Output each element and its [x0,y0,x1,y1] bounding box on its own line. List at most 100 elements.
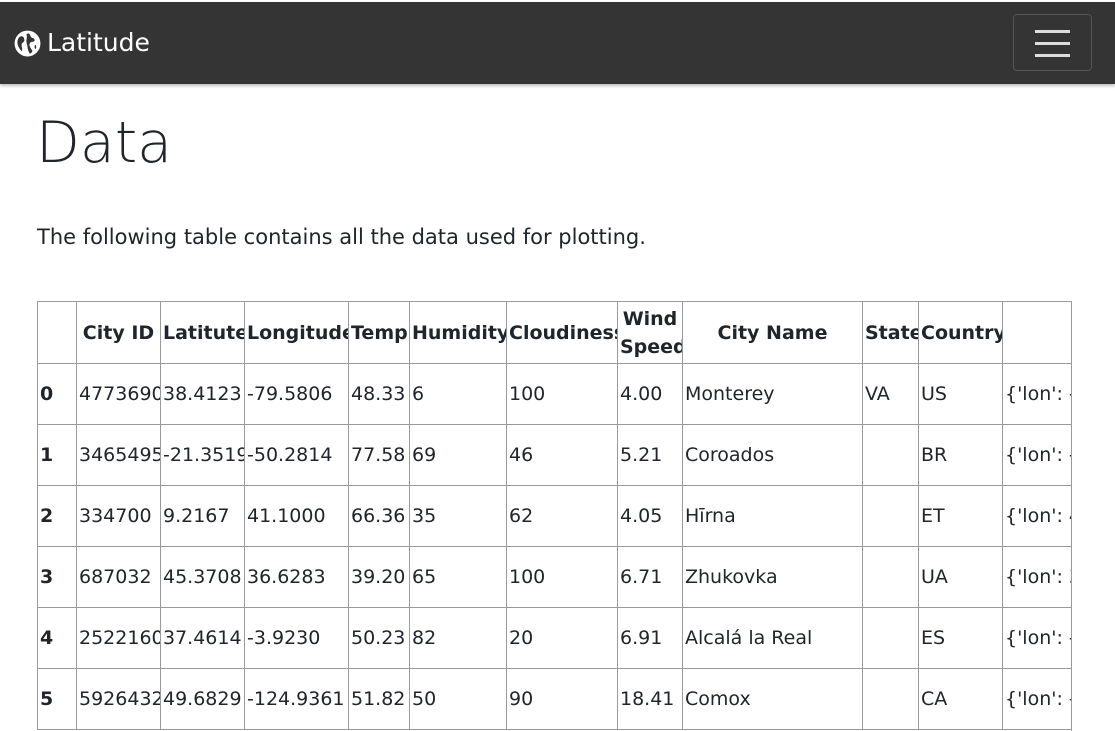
page-title: Data [36,110,173,176]
row-index: 3 [37,546,77,608]
humidity-cell: 6 [409,363,507,425]
coord-cell: {'lon': -3 37.4614 [1002,607,1071,669]
city-id-cell: 3465495 [76,424,161,486]
row-index: 2 [37,485,77,547]
latitude-cell: -21.3519 [160,424,245,486]
wind-speed-cell: 4.00 [617,363,683,425]
hamburger-menu-icon [1035,30,1070,57]
city-id-cell: 5926432 [76,668,161,730]
column-header: Longitude [244,301,349,364]
country-cell: UA [918,546,1003,608]
column-header: Co [1002,301,1071,364]
intro-text: The following table contains all the dat… [37,225,646,249]
country-cell: CA [918,668,1003,730]
table-row: 0 4773690 38.4123 -79.5806 48.33 6 100 4… [37,363,1071,425]
data-table-container[interactable]: City ID Latitute Longitude Temp Humidity… [37,301,1072,731]
cloudiness-cell: 90 [506,668,618,730]
longitude-cell: -124.9361 [244,668,349,730]
state-cell [862,668,919,730]
globe-icon [14,30,41,56]
navbar-toggler-button[interactable] [1013,14,1092,71]
humidity-cell: 35 [409,485,507,547]
cloudiness-cell: 100 [506,363,618,425]
city-name-cell: Zhukovka [682,546,863,608]
column-header: Wind Speed [617,301,683,364]
cloudiness-cell: 46 [506,424,618,486]
column-header: State [862,301,919,364]
table-row: 3 687032 45.3708 36.6283 39.20 65 100 6.… [37,546,1071,608]
column-header: Country [918,301,1003,364]
humidity-cell: 65 [409,546,507,608]
column-header: Temp [348,301,410,364]
latitude-cell: 49.6829 [160,668,245,730]
temp-cell: 51.82 [348,668,410,730]
longitude-cell: 36.6283 [244,546,349,608]
coord-cell: {'lon': 4 9.2167 [1002,485,1071,547]
city-name-cell: Monterey [682,363,863,425]
city-name-cell: Alcalá la Real [682,607,863,669]
table-row: 4 2522160 37.4614 -3.9230 50.23 82 20 6.… [37,607,1071,669]
column-header: City Name [682,301,863,364]
column-header [37,301,77,364]
cloudiness-cell: 20 [506,607,618,669]
state-cell [862,485,919,547]
coord-cell: {'lon': -7 38.4123 [1002,363,1071,425]
temp-cell: 50.23 [348,607,410,669]
column-header: Humidity [409,301,507,364]
temp-cell: 39.20 [348,546,410,608]
cloudiness-cell: 100 [506,546,618,608]
country-cell: US [918,363,1003,425]
city-id-cell: 334700 [76,485,161,547]
longitude-cell: 41.1000 [244,485,349,547]
country-cell: BR [918,424,1003,486]
city-name-cell: Hīrna [682,485,863,547]
state-cell [862,424,919,486]
city-name-cell: Coroados [682,424,863,486]
state-cell [862,607,919,669]
coord-cell: {'lon': -5 -21.351 [1002,424,1071,486]
brand-link[interactable]: Latitude [14,28,150,58]
longitude-cell: -3.9230 [244,607,349,669]
humidity-cell: 69 [409,424,507,486]
city-id-cell: 4773690 [76,363,161,425]
row-index: 5 [37,668,77,730]
data-table: City ID Latitute Longitude Temp Humidity… [37,301,1071,730]
column-header: City ID [76,301,161,364]
humidity-cell: 50 [409,668,507,730]
latitude-cell: 9.2167 [160,485,245,547]
city-id-cell: 687032 [76,546,161,608]
navbar: Latitude [0,2,1115,84]
country-cell: ES [918,607,1003,669]
wind-speed-cell: 6.91 [617,607,683,669]
table-row: 2 334700 9.2167 41.1000 66.36 35 62 4.05… [37,485,1071,547]
longitude-cell: -50.2814 [244,424,349,486]
humidity-cell: 82 [409,607,507,669]
city-id-cell: 2522160 [76,607,161,669]
table-header-row: City ID Latitute Longitude Temp Humidity… [37,301,1071,364]
row-index: 0 [37,363,77,425]
city-name-cell: Comox [682,668,863,730]
wind-speed-cell: 6.71 [617,546,683,608]
state-cell [862,546,919,608]
table-row: 1 3465495 -21.3519 -50.2814 77.58 69 46 … [37,424,1071,486]
brand-text: Latitude [47,28,150,57]
state-cell: VA [862,363,919,425]
coord-cell: {'lon': 3 45.3708 [1002,546,1071,608]
country-cell: ET [918,485,1003,547]
row-index: 1 [37,424,77,486]
temp-cell: 77.58 [348,424,410,486]
row-index: 4 [37,607,77,669]
longitude-cell: -79.5806 [244,363,349,425]
temp-cell: 48.33 [348,363,410,425]
cloudiness-cell: 62 [506,485,618,547]
coord-cell: {'lon': -1 49.6829 [1002,668,1071,730]
temp-cell: 66.36 [348,485,410,547]
wind-speed-cell: 5.21 [617,424,683,486]
column-header: Cloudiness [506,301,618,364]
column-header: Latitute [160,301,245,364]
latitude-cell: 45.3708 [160,546,245,608]
table-row: 5 5926432 49.6829 -124.9361 51.82 50 90 … [37,668,1071,730]
latitude-cell: 38.4123 [160,363,245,425]
wind-speed-cell: 18.41 [617,668,683,730]
wind-speed-cell: 4.05 [617,485,683,547]
